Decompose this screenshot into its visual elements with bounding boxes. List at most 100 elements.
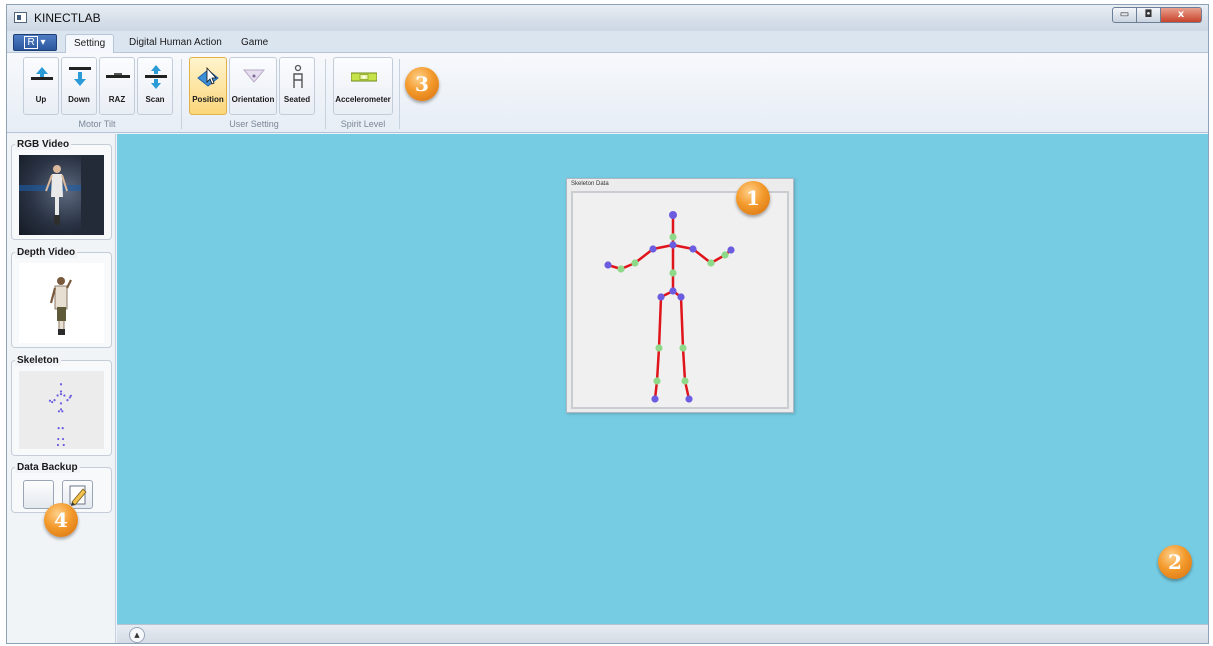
depth-video-thumbnail[interactable] [19,263,104,343]
skeleton-joint [685,395,693,403]
position-label: Position [192,95,224,104]
tilt-down-icon [69,67,91,86]
skeleton-bone [679,296,685,349]
skeleton-thumbnail-joint [53,399,56,402]
window-controls: ▭ ◘ x [1112,7,1202,23]
user-setting-group: Position Orientation Seated User Setting [187,57,321,131]
backup-save-button[interactable] [23,480,54,509]
skeleton-joint [689,245,697,253]
skeleton-figure [604,211,735,403]
spirit-level-icon [351,72,377,82]
callout-badge: 2 [1158,545,1192,579]
skeleton-bone [681,347,687,382]
tab-digital-human-action[interactable]: Digital Human Action [121,34,230,54]
skeleton-thumbnail-joint [61,410,64,413]
skeleton-joint [669,211,677,219]
skeleton-joint [707,259,715,267]
tilt-reset-button[interactable]: RAZ [99,57,135,115]
tab-game[interactable]: Game [233,34,276,54]
status-bar: ▲ [117,624,1208,643]
tilt-up-icon [31,67,53,80]
skeleton-thumbnail-joint [59,383,63,386]
skeleton-joint [651,395,659,403]
tilt-up-label: Up [35,95,47,104]
title-bar: KINECTLAB ▭ ◘ x [7,5,1208,31]
skeleton-thumbnail-joint [48,399,52,402]
skeleton-thumbnail-joint [56,443,60,447]
skeleton-thumbnail-joint [57,427,60,430]
callout-badge: 3 [405,67,439,101]
skeleton-window-title: Skeleton Data [571,181,609,187]
rgb-video-thumbnail[interactable] [19,155,104,235]
skeleton-joint [681,377,689,385]
minimize-button[interactable]: ▭ [1112,7,1137,23]
main-workspace[interactable]: Skeleton Data [117,134,1208,624]
skeleton-joint [669,233,677,241]
skeleton-thumbnail-joint [61,437,65,441]
skeleton-joint [669,287,677,295]
orientation-label: Orientation [231,95,275,104]
window-title: KINECTLAB [34,11,101,25]
chevron-down-icon: ▾ [40,37,46,48]
person-figure-icon [19,155,104,235]
data-backup-title: Data Backup [15,462,80,473]
tilt-up-button[interactable]: Up [23,57,59,115]
callout-badge: 1 [736,181,770,215]
skeleton-joint [649,245,657,253]
person-figure-icon [49,277,72,335]
seated-label: Seated [283,95,311,104]
skeleton-title: Skeleton [15,355,61,366]
position-button[interactable]: Position [189,57,227,115]
skeleton-thumbnail-joints [48,383,72,447]
skeleton-joint [631,259,639,267]
skeleton-thumbnail-joint [57,410,61,413]
depth-video-panel: Depth Video [11,247,112,348]
spirit-level-group-label: Spirit Level [340,119,386,129]
skeleton-joint [679,344,687,352]
app-menu-glyph: R [24,36,38,49]
skeleton-thumbnail-joint [63,394,66,397]
tilt-scan-label: Scan [145,95,165,104]
user-setting-group-label: User Setting [229,119,279,129]
skeleton-bone [655,347,661,382]
app-window-icon [14,12,27,23]
skeleton-thumbnail-joint [59,390,63,393]
ribbon: Up Down RAZ Scan Motor Tilt Position Ori… [7,53,1208,133]
skeleton-thumbnail-joint [66,399,69,402]
tab-setting[interactable]: Setting [65,34,115,54]
close-button[interactable]: x [1160,7,1202,23]
ribbon-divider [399,59,400,129]
skeleton-joint [669,269,677,277]
skeleton-joint [669,241,677,249]
app-menu-button[interactable]: R ▾ [13,34,57,51]
skeleton-thumbnail[interactable] [19,371,104,449]
seated-button[interactable]: Seated [279,57,315,115]
expand-panel-button[interactable]: ▲ [129,627,145,643]
skeleton-thumbnail-joint [56,394,59,397]
ribbon-divider [181,59,182,129]
tilt-scan-button[interactable]: Scan [137,57,173,115]
ribbon-divider [325,59,326,129]
skeleton-thumbnail-joint [69,394,72,397]
tilt-reset-label: RAZ [108,95,126,104]
skeleton-bone [657,296,663,349]
motor-tilt-group-label: Motor Tilt [78,119,116,129]
ribbon-tab-bar: R ▾ Setting Digital Human Action Game [7,31,1208,54]
orientation-button[interactable]: Orientation [229,57,277,115]
skeleton-joint [727,246,735,254]
tilt-scan-icon [145,65,167,89]
skeleton-joint [653,377,661,385]
spirit-level-group: Accelerometer Spirit Level [329,57,397,131]
accelerometer-button[interactable]: Accelerometer [333,57,393,115]
skeleton-joint [721,251,729,259]
skeleton-thumbnail-joint [51,400,54,404]
rgb-video-title: RGB Video [15,139,72,150]
skeleton-thumbnail-joint [59,402,63,405]
skeleton-canvas [571,191,789,409]
maximize-button[interactable]: ◘ [1136,7,1161,23]
callout-badge: 4 [44,503,78,537]
skeleton-thumbnail-joint [57,437,60,441]
tilt-down-button[interactable]: Down [61,57,97,115]
skeleton-joint [617,265,625,273]
accelerometer-label: Accelerometer [335,95,391,104]
